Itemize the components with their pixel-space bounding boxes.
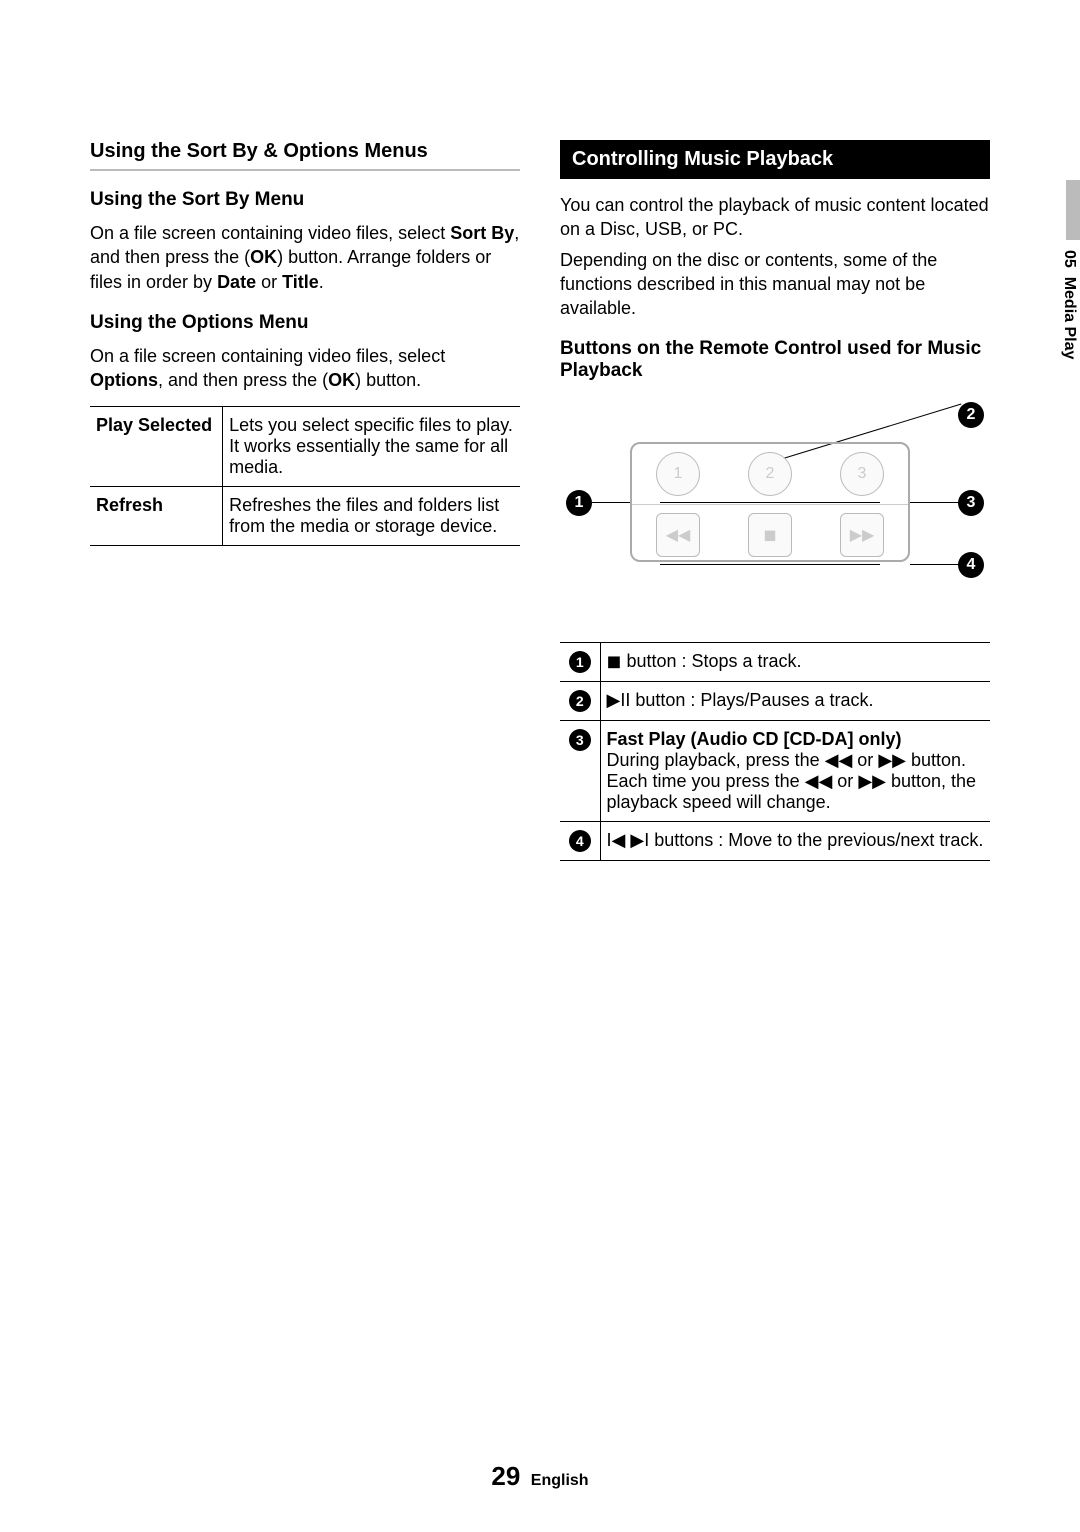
- rewind-icon: ◀◀: [805, 771, 833, 791]
- remote-diagram: 1 2 3 4 1 2 3: [560, 402, 990, 622]
- option-play-selected-desc: Lets you select specific files to play. …: [223, 407, 520, 487]
- desc-3: Fast Play (Audio CD [CD-DA] only) During…: [600, 721, 990, 822]
- option-refresh-label: Refresh: [90, 487, 223, 546]
- desc-4: I◀ ▶I buttons : Move to the previous/nex…: [600, 822, 990, 861]
- stop-icon: ◼: [607, 651, 622, 671]
- music-intro-p1: You can control the playback of music co…: [560, 193, 990, 242]
- desc-2: ▶II button : Plays/Pauses a track.: [600, 682, 990, 721]
- table-row: 3 Fast Play (Audio CD [CD-DA] only) Duri…: [560, 721, 990, 822]
- remote-row-bottom: ◀◀ ◼ ▶▶: [632, 504, 908, 564]
- remote-btn-rewind: ◀◀: [656, 513, 700, 557]
- subheading-sort-by: Using the Sort By Menu: [90, 189, 520, 211]
- callout-4: 4: [958, 552, 984, 578]
- options-table: Play Selected Lets you select specific f…: [90, 406, 520, 546]
- subheading-options-menu: Using the Options Menu: [90, 312, 520, 334]
- option-play-selected-label: Play Selected: [90, 407, 223, 487]
- table-row: 1 ◼ button : Stops a track.: [560, 643, 990, 682]
- num-2: 2: [569, 690, 591, 712]
- remote-btn-stop: ◼: [748, 513, 792, 557]
- fast-forward-icon: ▶▶: [878, 750, 906, 770]
- right-column: Controlling Music Playback You can contr…: [560, 140, 990, 861]
- button-description-table: 1 ◼ button : Stops a track. 2 ▶II button…: [560, 642, 990, 861]
- sort-by-paragraph: On a file screen containing video files,…: [90, 221, 520, 294]
- num-3: 3: [569, 729, 591, 751]
- num-4: 4: [569, 830, 591, 852]
- subheading-remote-buttons: Buttons on the Remote Control used for M…: [560, 338, 990, 382]
- remote-btn-ff: ▶▶: [840, 513, 884, 557]
- callout-2: 2: [958, 402, 984, 428]
- remote-btn-2: 2: [748, 452, 792, 496]
- page-language: English: [531, 1472, 589, 1489]
- chapter-name: Media Play: [1061, 277, 1078, 360]
- remote-body: 1 2 3 ◀◀ ◼ ▶▶: [630, 442, 910, 562]
- side-chapter-tab: 05 Media Play: [1060, 180, 1080, 380]
- table-row: 2 ▶II button : Plays/Pauses a track.: [560, 682, 990, 721]
- remote-row-top: 1 2 3: [632, 444, 908, 504]
- desc-1: ◼ button : Stops a track.: [600, 643, 990, 682]
- rewind-icon: ◀◀: [825, 750, 853, 770]
- table-row: Play Selected Lets you select specific f…: [90, 407, 520, 487]
- callout-3: 3: [958, 490, 984, 516]
- page-number: 29: [491, 1461, 520, 1491]
- tab-stripe: [1066, 180, 1080, 240]
- fast-forward-icon: ▶▶: [858, 771, 886, 791]
- prev-next-track-icon: I◀ ▶I: [607, 830, 650, 850]
- play-pause-icon: ▶II: [607, 690, 631, 710]
- chapter-number: 05: [1061, 250, 1078, 268]
- remote-btn-3: 3: [840, 452, 884, 496]
- page-footer: 29 English: [0, 1461, 1080, 1492]
- num-1: 1: [569, 651, 591, 673]
- option-refresh-desc: Refreshes the files and folders list fro…: [223, 487, 520, 546]
- remote-btn-1: 1: [656, 452, 700, 496]
- music-intro-p2: Depending on the disc or contents, some …: [560, 248, 990, 321]
- section-title-sort-options: Using the Sort By & Options Menus: [90, 140, 520, 171]
- page-content: Using the Sort By & Options Menus Using …: [90, 140, 990, 861]
- table-row: Refresh Refreshes the files and folders …: [90, 487, 520, 546]
- left-column: Using the Sort By & Options Menus Using …: [90, 140, 520, 861]
- heading-controlling-music: Controlling Music Playback: [560, 140, 990, 179]
- callout-1: 1: [566, 490, 592, 516]
- table-row: 4 I◀ ▶I buttons : Move to the previous/n…: [560, 822, 990, 861]
- options-paragraph: On a file screen containing video files,…: [90, 344, 520, 393]
